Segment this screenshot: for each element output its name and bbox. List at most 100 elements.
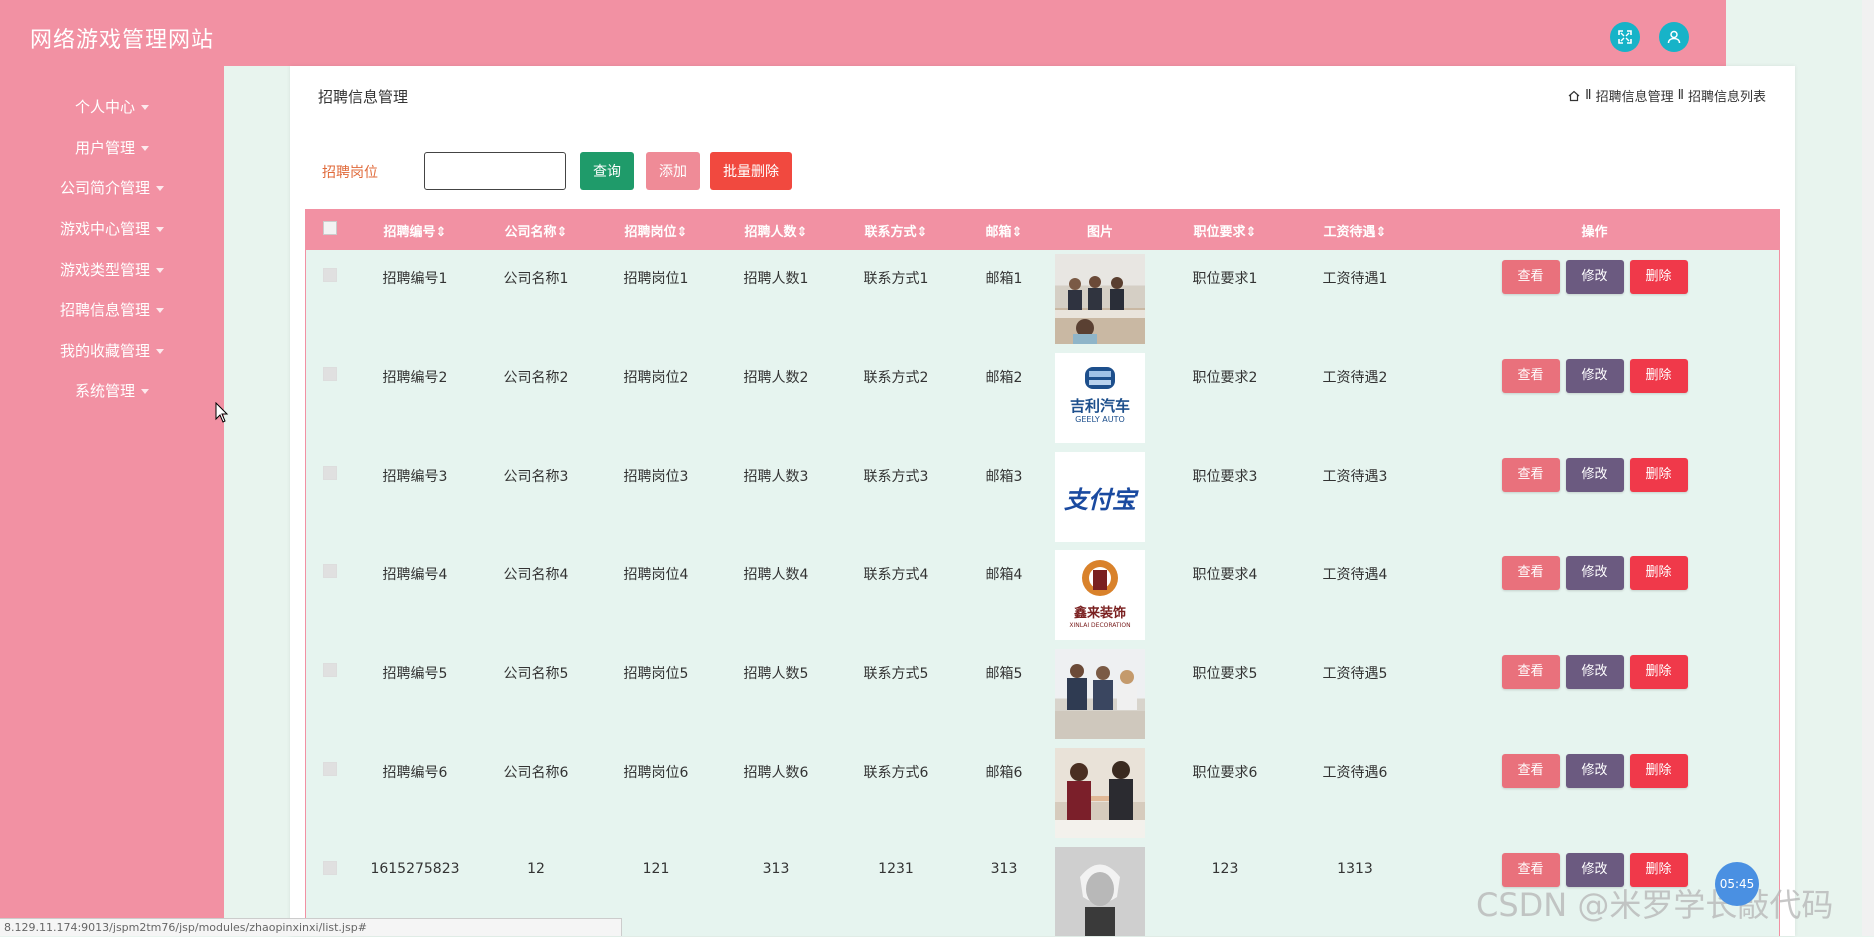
sidebar-item-favorites[interactable]: 我的收藏管理 bbox=[0, 340, 224, 361]
sidebar-item-users[interactable]: 用户管理 bbox=[0, 137, 224, 158]
header-select-all-cell bbox=[306, 210, 354, 250]
delete-button[interactable]: 删除 bbox=[1629, 458, 1688, 492]
column-header-requirement[interactable]: 职位要求⇕ bbox=[1148, 210, 1302, 250]
view-button[interactable]: 查看 bbox=[1501, 359, 1560, 393]
column-header-salary[interactable]: 工资待遇⇕ bbox=[1302, 210, 1408, 250]
cell-email: 邮箱6 bbox=[985, 765, 1023, 781]
column-header-id[interactable]: 招聘编号⇕ bbox=[354, 210, 476, 250]
row-checkbox[interactable] bbox=[323, 466, 337, 480]
cell-salary: 工资待遇1 bbox=[1322, 271, 1388, 287]
cell-email: 邮箱2 bbox=[985, 370, 1023, 386]
cell-position: 招聘岗位1 bbox=[623, 271, 689, 287]
view-button[interactable]: 查看 bbox=[1501, 754, 1560, 788]
column-header-contact[interactable]: 联系方式⇕ bbox=[836, 210, 956, 250]
caret-down-icon bbox=[141, 389, 149, 394]
cell-count: 招聘人数2 bbox=[743, 370, 809, 386]
view-button[interactable]: 查看 bbox=[1501, 655, 1560, 689]
delete-button[interactable]: 删除 bbox=[1629, 359, 1688, 393]
cell-requirement: 职位要求3 bbox=[1192, 469, 1258, 485]
column-header-count[interactable]: 招聘人数⇕ bbox=[716, 210, 836, 250]
sidebar-item-label: 系统管理 bbox=[74, 382, 135, 400]
caret-down-icon bbox=[156, 349, 164, 354]
watermark-text: CSDN @米罗学长敲代码 bbox=[1476, 886, 1834, 924]
cell-salary: 工资待遇2 bbox=[1322, 370, 1388, 386]
column-header-label: 招聘人数 bbox=[744, 224, 797, 240]
view-button[interactable]: 查看 bbox=[1501, 556, 1560, 590]
cell-requirement: 职位要求1 bbox=[1192, 271, 1258, 287]
breadcrumb-item: 招聘信息列表 bbox=[1687, 90, 1766, 105]
row-checkbox[interactable] bbox=[323, 564, 337, 578]
delete-button[interactable]: 删除 bbox=[1629, 260, 1688, 294]
row-checkbox[interactable] bbox=[323, 367, 337, 381]
cell-id: 招聘编号5 bbox=[382, 666, 448, 682]
add-button[interactable]: 添加 bbox=[646, 152, 700, 190]
edit-button[interactable]: 修改 bbox=[1565, 655, 1624, 689]
row-checkbox[interactable] bbox=[323, 663, 337, 677]
delete-button[interactable]: 删除 bbox=[1629, 655, 1688, 689]
query-button[interactable]: 查询 bbox=[580, 152, 634, 190]
fullscreen-icon[interactable] bbox=[1610, 22, 1640, 52]
meeting-photo bbox=[1055, 254, 1145, 344]
row-checkbox[interactable] bbox=[323, 268, 337, 282]
row-checkbox[interactable] bbox=[323, 762, 337, 776]
view-button[interactable]: 查看 bbox=[1501, 260, 1560, 294]
edit-button[interactable]: 修改 bbox=[1565, 754, 1624, 788]
cell-requirement: 职位要求4 bbox=[1192, 567, 1258, 583]
sidebar-item-recruitment[interactable]: 招聘信息管理 bbox=[0, 299, 224, 320]
page-title: 招聘信息管理 bbox=[318, 88, 409, 106]
cell-requirement: 职位要求6 bbox=[1192, 765, 1258, 781]
column-header-image: 图片 bbox=[1052, 210, 1148, 250]
breadcrumb-separator: Ⅱ bbox=[1585, 88, 1592, 103]
sort-icon: ⇕ bbox=[1375, 224, 1387, 240]
sort-icon: ⇕ bbox=[796, 224, 808, 240]
edit-button[interactable]: 修改 bbox=[1565, 458, 1624, 492]
sidebar-item-company[interactable]: 公司简介管理 bbox=[0, 177, 224, 198]
cell-contact: 联系方式4 bbox=[863, 567, 929, 583]
row-checkbox[interactable] bbox=[323, 861, 337, 875]
sidebar-item-personal-center[interactable]: 个人中心 bbox=[0, 96, 224, 117]
column-header-label: 招聘岗位 bbox=[624, 224, 677, 240]
top-header: 网络游戏管理网站 bbox=[0, 0, 1726, 66]
site-title: 网络游戏管理网站 bbox=[30, 28, 215, 53]
search-input[interactable] bbox=[424, 152, 566, 190]
edit-button[interactable]: 修改 bbox=[1565, 359, 1624, 393]
edit-button[interactable]: 修改 bbox=[1565, 556, 1624, 590]
column-header-label: 联系方式 bbox=[864, 224, 917, 240]
home-icon[interactable] bbox=[1567, 89, 1581, 103]
cell-position: 招聘岗位5 bbox=[623, 666, 689, 682]
sidebar-item-label: 游戏中心管理 bbox=[59, 220, 150, 238]
column-header-label: 图片 bbox=[1086, 224, 1113, 240]
column-header-company[interactable]: 公司名称⇕ bbox=[476, 210, 596, 250]
cell-position: 招聘岗位3 bbox=[623, 469, 689, 485]
scrollbar[interactable] bbox=[1862, 0, 1874, 936]
delete-button[interactable]: 删除 bbox=[1629, 556, 1688, 590]
column-header-position[interactable]: 招聘岗位⇕ bbox=[596, 210, 716, 250]
cell-position: 招聘岗位6 bbox=[623, 765, 689, 781]
sidebar-item-game-types[interactable]: 游戏类型管理 bbox=[0, 259, 224, 280]
sort-icon: ⇕ bbox=[556, 224, 568, 240]
sidebar-item-game-center[interactable]: 游戏中心管理 bbox=[0, 218, 224, 239]
cell-email: 邮箱5 bbox=[985, 666, 1023, 682]
select-all-checkbox[interactable] bbox=[323, 221, 337, 235]
cell-email: 邮箱1 bbox=[985, 271, 1023, 287]
breadcrumb-item[interactable]: 招聘信息管理 bbox=[1596, 86, 1674, 105]
batch-delete-button[interactable]: 批量删除 bbox=[710, 152, 792, 190]
view-button[interactable]: 查看 bbox=[1501, 458, 1560, 492]
column-header-label: 招聘编号 bbox=[383, 224, 436, 240]
caret-down-icon bbox=[156, 268, 164, 273]
cell-salary: 工资待遇3 bbox=[1322, 469, 1388, 485]
column-header-label: 工资待遇 bbox=[1323, 224, 1376, 240]
cell-company: 公司名称3 bbox=[503, 469, 569, 485]
breadcrumb-separator: Ⅱ bbox=[1677, 88, 1684, 103]
user-avatar-icon[interactable] bbox=[1659, 22, 1689, 52]
edit-button[interactable]: 修改 bbox=[1565, 260, 1624, 294]
cell-id: 招聘编号1 bbox=[382, 271, 448, 287]
cell-contact: 1231 bbox=[878, 861, 914, 877]
column-header-email[interactable]: 邮箱⇕ bbox=[956, 210, 1052, 250]
sidebar-item-system[interactable]: 系统管理 bbox=[0, 380, 224, 401]
table-row: 招聘编号4 公司名称4 招聘岗位4 招聘人数4 联系方式4 邮箱4 鑫来装饰 X… bbox=[306, 546, 1779, 645]
delete-button[interactable]: 删除 bbox=[1629, 754, 1688, 788]
decoration-logo: 鑫来装饰 XINLAI DECORATION bbox=[1055, 550, 1145, 640]
cell-count: 招聘人数6 bbox=[743, 765, 809, 781]
table-row: 招聘编号1 公司名称1 招聘岗位1 招聘人数1 联系方式1 邮箱1 职位要求1 … bbox=[306, 250, 1779, 349]
